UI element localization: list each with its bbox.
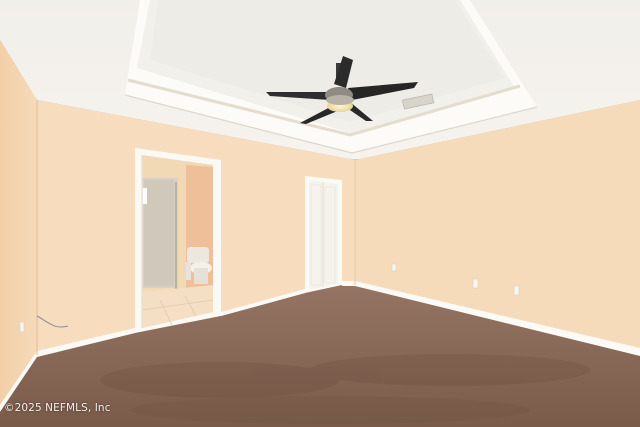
closet-door — [305, 176, 342, 293]
left-wall — [0, 40, 37, 410]
wall-outlet-icon — [19, 321, 25, 333]
wall-outlet-icon — [391, 263, 397, 272]
room-photo: ©2025 NEFMLS, Inc — [0, 0, 640, 427]
wall-outlet-icon — [472, 278, 479, 289]
watermark: ©2025 NEFMLS, Inc — [4, 402, 111, 414]
bathroom-doorway — [135, 148, 221, 333]
wall-outlet-icon — [513, 285, 520, 296]
empty-bedroom — [0, 0, 640, 427]
